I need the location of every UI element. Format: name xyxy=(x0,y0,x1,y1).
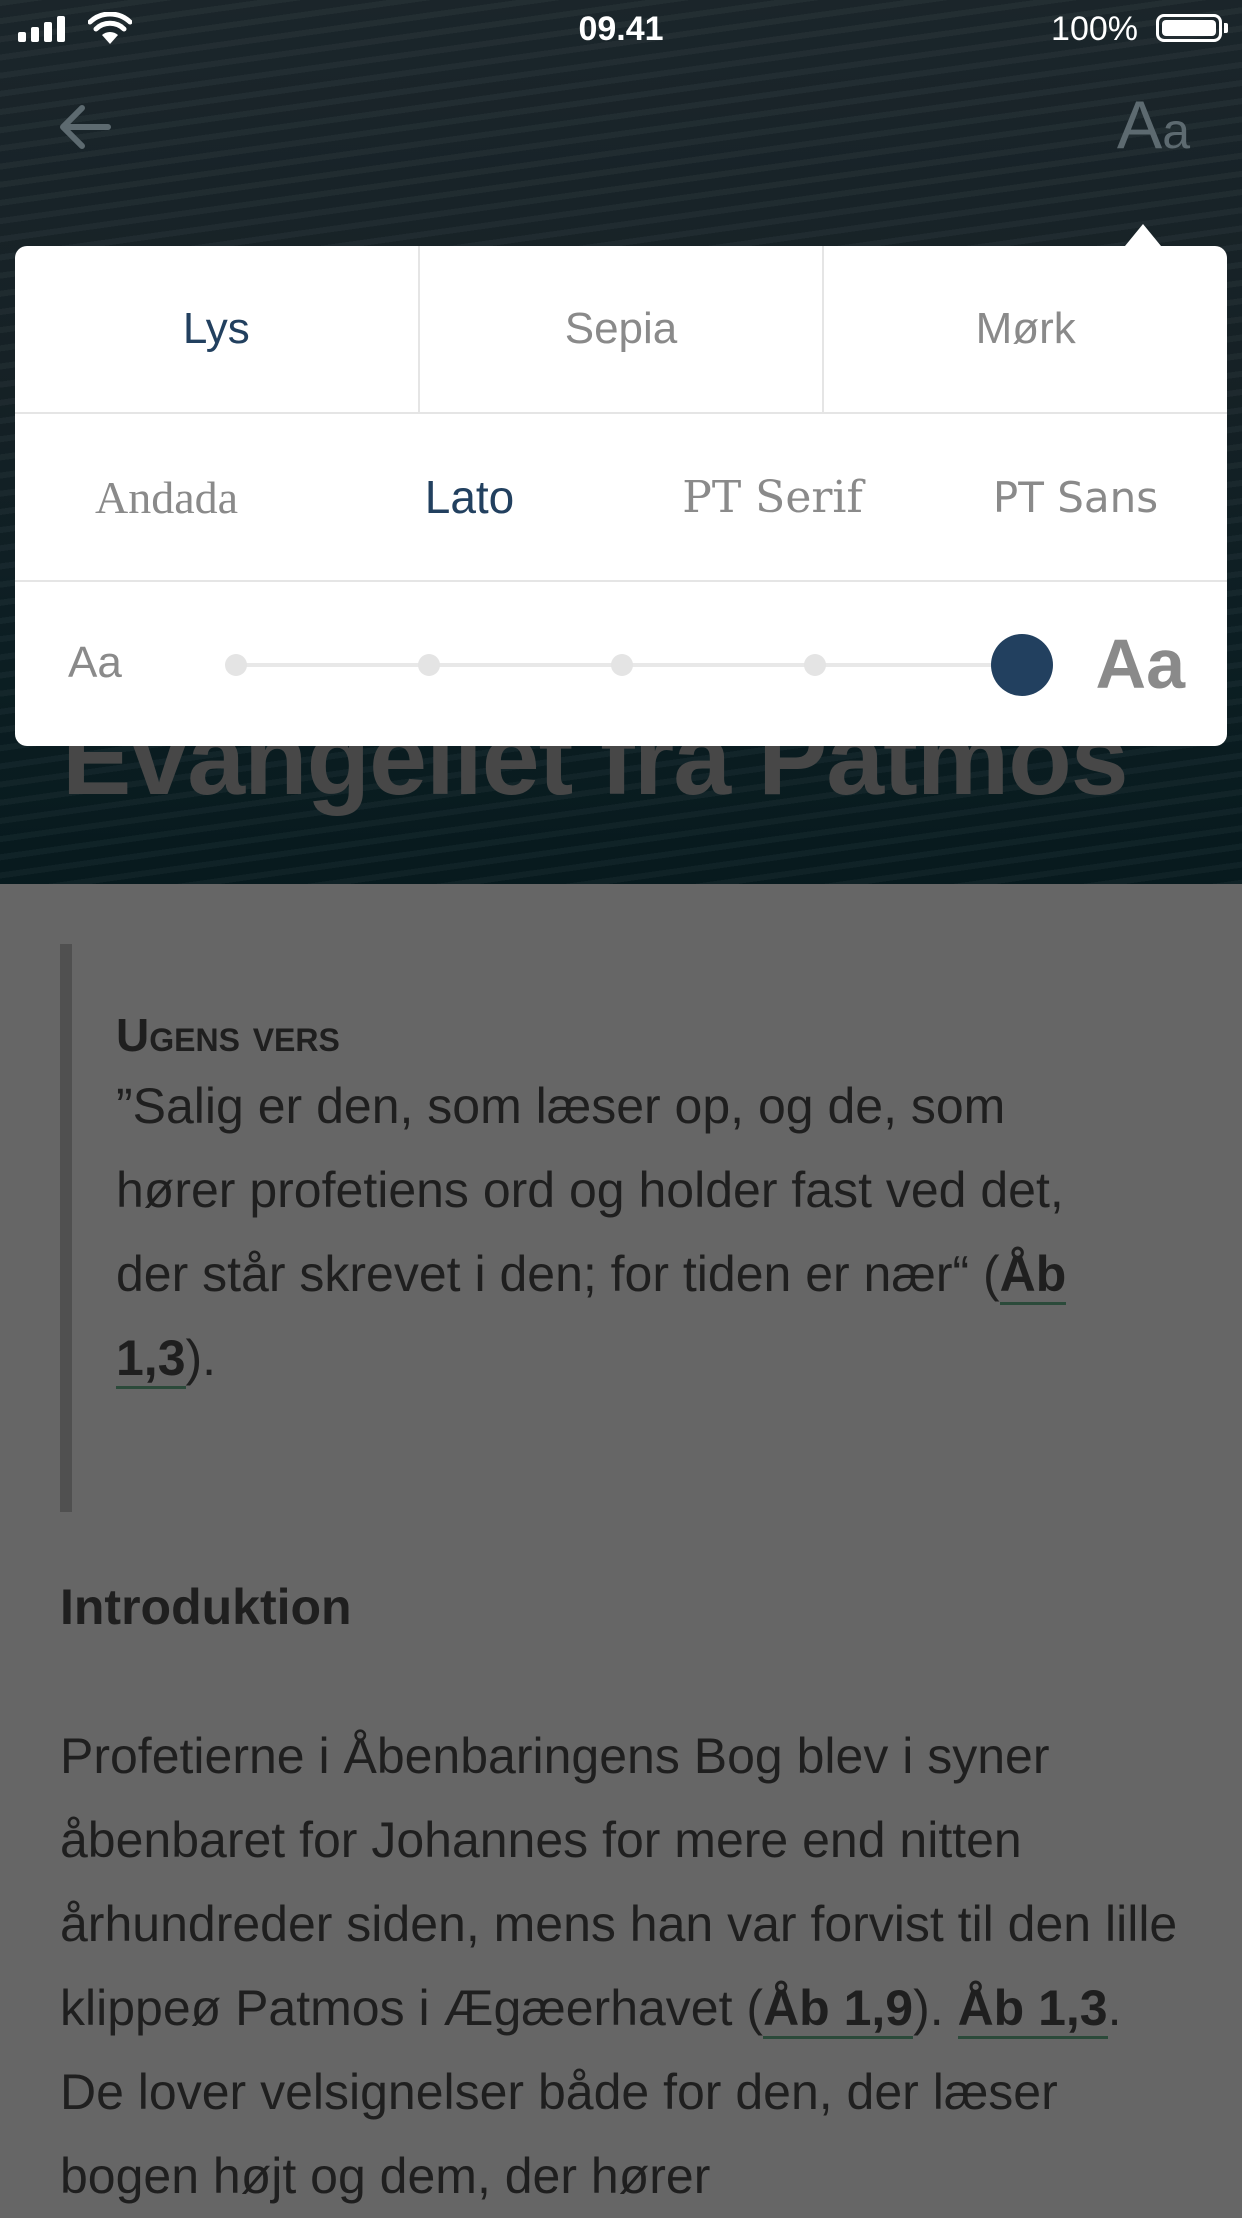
font-settings-button[interactable]: Aa xyxy=(1117,86,1190,164)
theme-option-mork[interactable]: Mørk xyxy=(824,246,1227,412)
slider-stop[interactable] xyxy=(611,654,633,676)
article-content[interactable]: Ugens vers ”Salig er den, som læser op, … xyxy=(0,884,1242,2208)
font-option-andada[interactable]: Andada xyxy=(15,414,318,580)
bible-reference-link[interactable]: Åb 1,3 xyxy=(957,1980,1108,2039)
font-selector: Andada Lato PT Serif PT Sans xyxy=(15,414,1227,582)
intro-text-2: ). xyxy=(913,1980,958,2036)
slider-stop[interactable] xyxy=(418,654,440,676)
theme-option-lys[interactable]: Lys xyxy=(15,246,420,412)
bible-reference-link[interactable]: Åb 1,9 xyxy=(763,1980,914,2039)
memory-verse-end: ). xyxy=(185,1330,217,1386)
status-bar: 09.41 100% xyxy=(0,0,1242,60)
font-option-lato[interactable]: Lato xyxy=(318,414,621,580)
memory-verse-heading: Ugens vers xyxy=(116,1009,340,1061)
font-size-selector: Aa Aa xyxy=(15,582,1227,748)
font-size-slider-thumb[interactable] xyxy=(991,634,1053,696)
font-option-pt-serif[interactable]: PT Serif xyxy=(621,414,924,580)
font-size-large-label: Aa xyxy=(1095,625,1185,703)
font-settings-label-small: a xyxy=(1162,103,1190,159)
slider-stop[interactable] xyxy=(804,654,826,676)
slider-stop[interactable] xyxy=(225,654,247,676)
popover-arrow xyxy=(1125,224,1161,246)
intro-paragraph: Profetierne i Åbenbaringens Bog blev i s… xyxy=(60,1714,1180,2218)
font-settings-label-big: A xyxy=(1116,87,1163,163)
memory-verse-box: Ugens vers ”Salig er den, som læser op, … xyxy=(60,944,1172,1512)
back-arrow-icon[interactable] xyxy=(50,92,120,162)
section-title: Introduktion xyxy=(60,1579,352,1635)
theme-option-sepia[interactable]: Sepia xyxy=(420,246,825,412)
font-size-small-label: Aa xyxy=(68,638,122,687)
battery-icon xyxy=(1156,14,1228,42)
battery-percentage: 100% xyxy=(1051,10,1138,48)
memory-verse-text: ”Salig er den, som læser op, og de, som … xyxy=(116,1064,1126,1400)
font-option-pt-sans[interactable]: PT Sans xyxy=(924,414,1227,580)
memory-verse-body: ”Salig er den, som læser op, og de, som … xyxy=(116,1078,1064,1302)
theme-selector: Lys Sepia Mørk xyxy=(15,246,1227,414)
reading-settings-panel: Lys Sepia Mørk Andada Lato PT Serif PT S… xyxy=(15,246,1227,746)
